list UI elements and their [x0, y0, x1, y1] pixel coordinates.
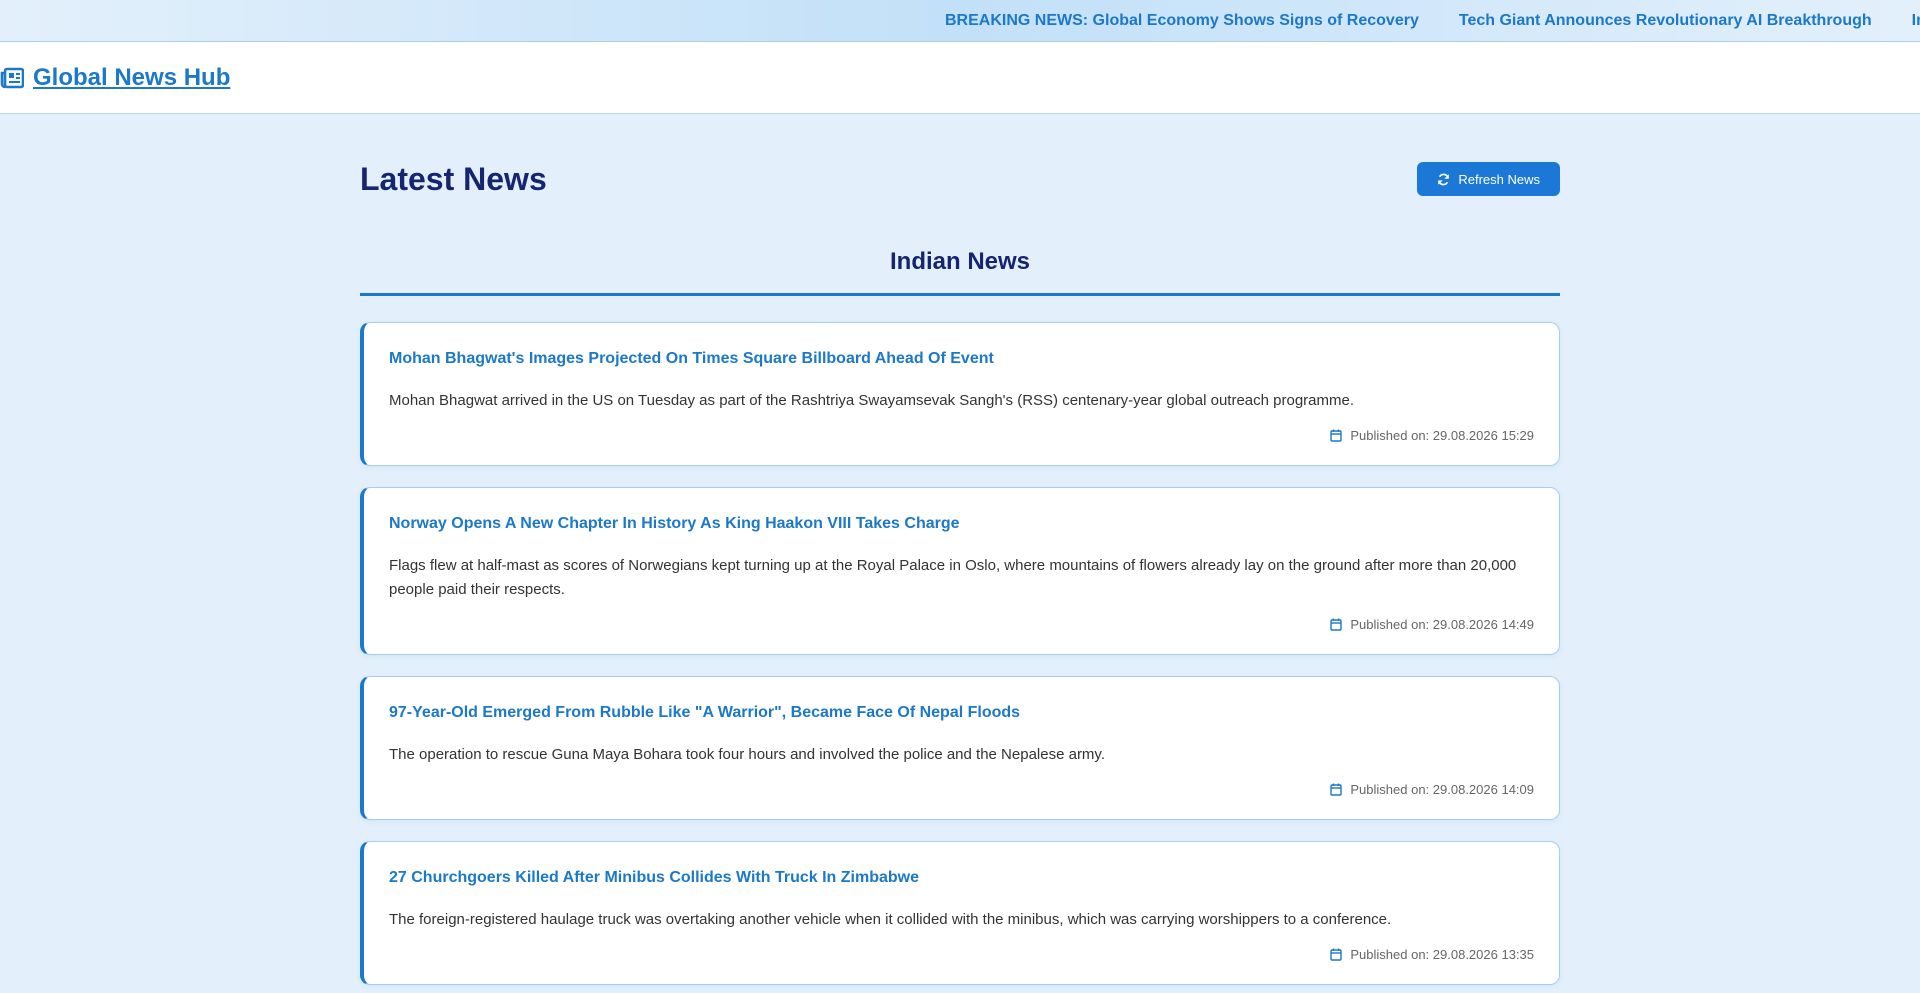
calendar-icon: [1330, 429, 1343, 442]
article-published-date: Published on: 29.08.2026 13:35: [1350, 947, 1534, 962]
ticker-item[interactable]: BREAKING NEWS: Global Economy Shows Sign…: [945, 12, 1419, 30]
article-card[interactable]: Mohan Bhagwat's Images Projected On Time…: [360, 322, 1560, 466]
article-title[interactable]: Norway Opens A New Chapter In History As…: [389, 514, 1534, 534]
newspaper-icon: [0, 67, 24, 88]
refresh-news-label: Refresh News: [1458, 171, 1540, 187]
brand-title: Global News Hub: [33, 63, 231, 91]
breaking-news-ticker: BREAKING NEWS: Global Economy Shows Sign…: [0, 0, 1920, 42]
article-description: Mohan Bhagwat arrived in the US on Tuesd…: [389, 392, 1355, 409]
navbar: Global News Hub: [0, 42, 1920, 114]
article-list: Mohan Bhagwat's Images Projected On Time…: [360, 322, 1560, 985]
article-meta: Published on: 29.08.2026 14:49: [389, 617, 1534, 632]
article-title[interactable]: 27 Churchgoers Killed After Minibus Coll…: [389, 868, 1534, 888]
refresh-news-button[interactable]: Refresh News: [1417, 162, 1560, 196]
article-card[interactable]: Norway Opens A New Chapter In History As…: [360, 487, 1560, 655]
article-description: The operation to rescue Guna Maya Bohara…: [389, 746, 1105, 763]
article-meta: Published on: 29.08.2026 13:35: [389, 947, 1534, 962]
article-description: Flags flew at half-mast as scores of Nor…: [389, 557, 1517, 598]
section-title: Indian News: [360, 248, 1560, 296]
article-description: The foreign-registered haulage truck was…: [389, 911, 1392, 928]
ticker-item[interactable]: Tech Giant Announces Revolutionary AI Br…: [1459, 12, 1872, 30]
article-published-date: Published on: 29.08.2026 15:29: [1350, 428, 1534, 443]
article-meta: Published on: 29.08.2026 15:29: [389, 428, 1534, 443]
ticker-track: BREAKING NEWS: Global Economy Shows Sign…: [945, 0, 1920, 41]
calendar-icon: [1330, 618, 1343, 631]
calendar-icon: [1330, 783, 1343, 796]
article-card[interactable]: 27 Churchgoers Killed After Minibus Coll…: [360, 841, 1560, 985]
refresh-icon: [1438, 173, 1450, 185]
article-title[interactable]: Mohan Bhagwat's Images Projected On Time…: [389, 349, 1534, 369]
page-header: Latest News Refresh News: [360, 161, 1560, 197]
article-published-date: Published on: 29.08.2026 14:49: [1350, 617, 1534, 632]
article-title[interactable]: 97-Year-Old Emerged From Rubble Like "A …: [389, 703, 1534, 723]
page-title: Latest News: [360, 160, 547, 197]
article-card[interactable]: 97-Year-Old Emerged From Rubble Like "A …: [360, 676, 1560, 820]
main-content: Latest News Refresh News Indian News Moh…: [360, 114, 1560, 985]
calendar-icon: [1330, 948, 1343, 961]
ticker-item[interactable]: In: [1912, 12, 1920, 30]
article-meta: Published on: 29.08.2026 14:09: [389, 782, 1534, 797]
article-published-date: Published on: 29.08.2026 14:09: [1350, 782, 1534, 797]
brand-link[interactable]: Global News Hub: [0, 64, 230, 92]
